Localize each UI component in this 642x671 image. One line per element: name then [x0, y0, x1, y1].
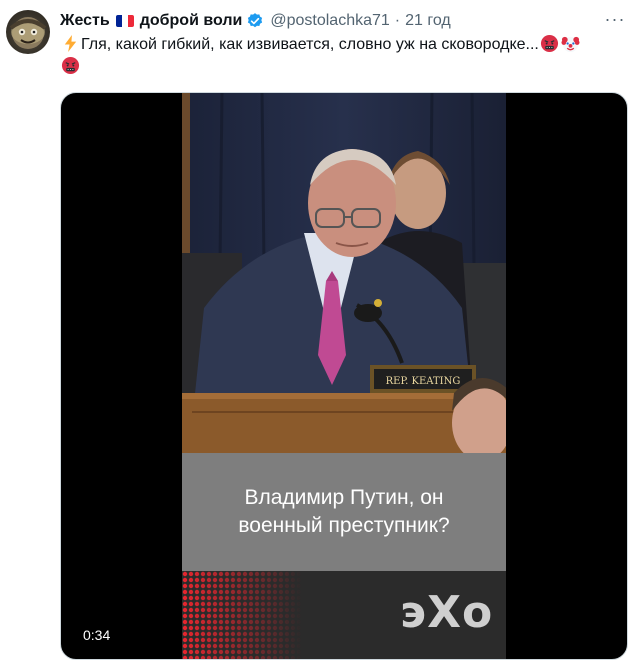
- angry-face-with-symbols-emoji-icon: [540, 34, 559, 53]
- video-caption-panel: Владимир Путин, он военный преступник?: [182, 453, 506, 571]
- timestamp[interactable]: 21 год: [405, 12, 451, 30]
- video-caption: Владимир Путин, он военный преступник?: [238, 484, 449, 540]
- display-name-suffix[interactable]: доброй воли: [140, 12, 243, 30]
- france-flag-icon: [115, 15, 134, 27]
- tweet-header: Жесть доброй воли @postolachka71 · 21 го…: [60, 10, 451, 32]
- video-caption-line-2: военный преступник?: [238, 514, 450, 537]
- zap-emoji-icon: [61, 34, 80, 53]
- tweet-body-text: Гля, какой гибкий, как извивается, словн…: [81, 36, 539, 53]
- user-handle[interactable]: @postolachka71: [270, 12, 389, 30]
- more-options-button[interactable]: ···: [600, 8, 630, 30]
- tweet-text: Гля, какой гибкий, как извивается, словн…: [60, 34, 630, 78]
- display-name[interactable]: Жесть: [60, 12, 110, 30]
- video-still-image: REP. KEATING: [182, 93, 506, 453]
- brand-logo: эХо: [400, 587, 494, 638]
- verified-badge-icon: [246, 12, 264, 30]
- video-duration: 0:34: [77, 625, 117, 645]
- separator-dot: ·: [394, 12, 401, 29]
- avatar[interactable]: [6, 10, 50, 54]
- video-player[interactable]: REP. KEATING Владимир Путин, он военный …: [60, 92, 628, 660]
- brand-panel: эХо: [182, 571, 506, 659]
- video-frame[interactable]: REP. KEATING Владимир Путин, он военный …: [182, 93, 506, 659]
- tweet[interactable]: Жесть доброй воли @postolachka71 · 21 го…: [0, 0, 642, 671]
- angry-face-with-symbols-emoji-icon: [61, 56, 80, 75]
- video-caption-line-1: Владимир Путин, он: [244, 486, 444, 509]
- nameplate-text: REP. KEATING: [386, 376, 461, 387]
- halftone-dots-decoration: [182, 571, 302, 659]
- clown-face-emoji-icon: [561, 34, 580, 53]
